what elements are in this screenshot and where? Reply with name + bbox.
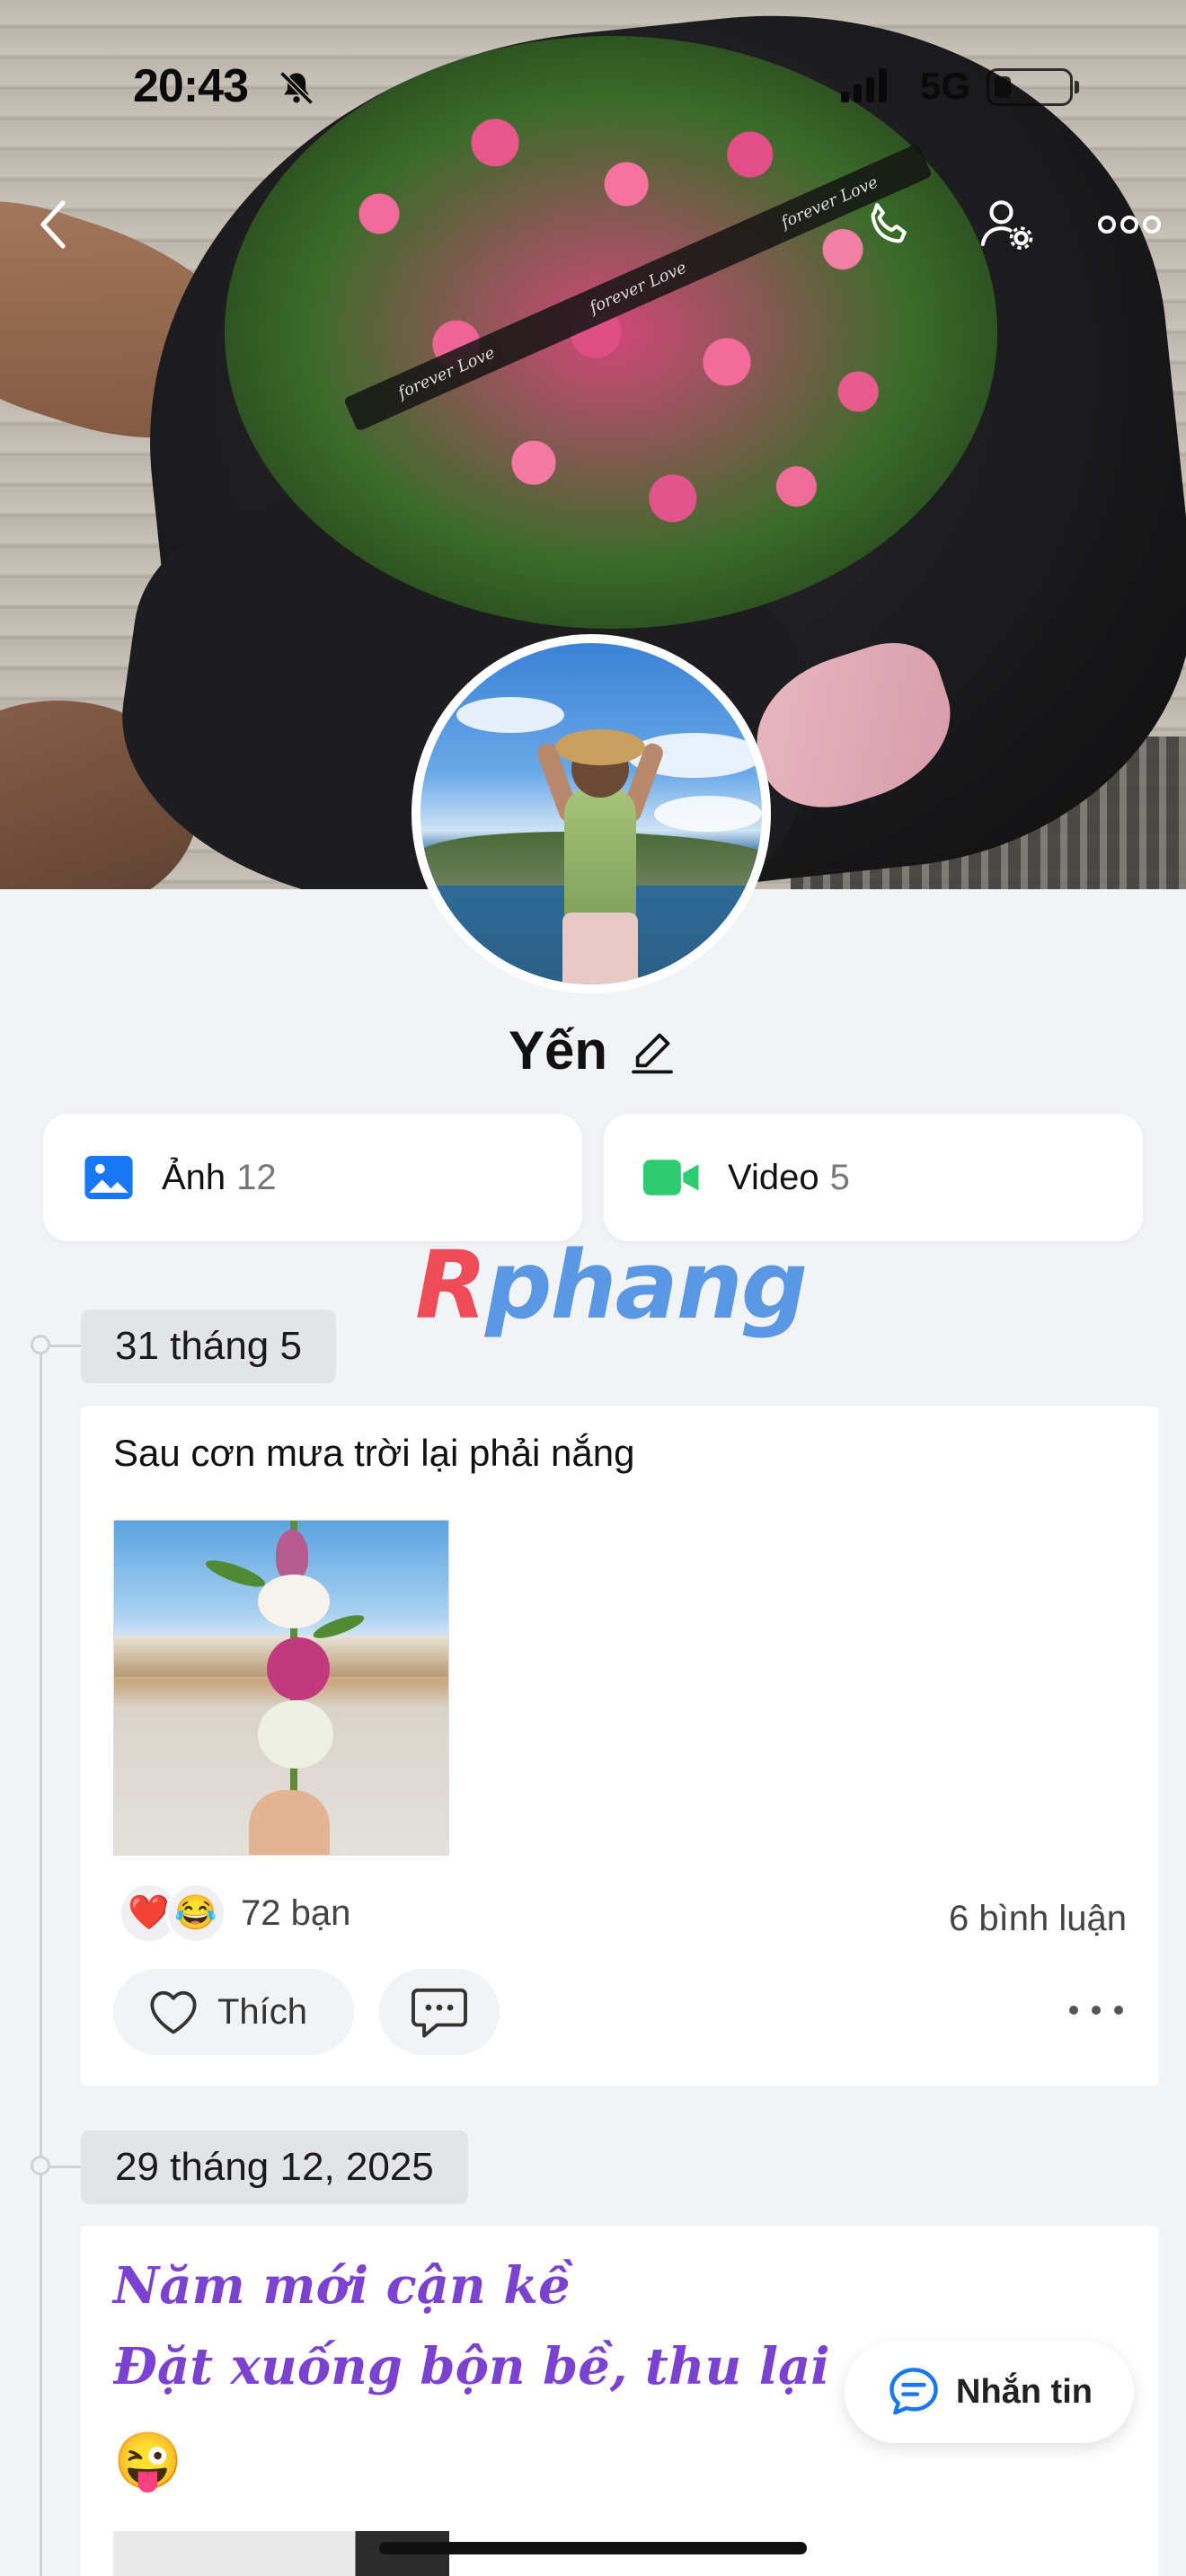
profile-name: Yến bbox=[508, 1020, 608, 1081]
timeline-dot bbox=[31, 1335, 50, 1354]
network-type: 5G bbox=[920, 65, 971, 107]
reaction-count: 72 bạn bbox=[241, 1892, 351, 1933]
send-message-label: Nhắn tin bbox=[956, 2372, 1093, 2411]
videos-label: Video bbox=[728, 1157, 819, 1197]
like-button[interactable]: Thích bbox=[113, 1969, 354, 2055]
timeline-date: 29 tháng 12, 2025 bbox=[81, 2130, 468, 2204]
more-options-button[interactable] bbox=[1091, 189, 1168, 260]
comment-button[interactable] bbox=[379, 1969, 500, 2055]
like-label: Thích bbox=[217, 1991, 308, 2032]
image-icon bbox=[84, 1155, 133, 1200]
bell-off-icon bbox=[279, 71, 314, 105]
heart-icon bbox=[150, 1990, 197, 2034]
video-camera-icon bbox=[643, 1160, 699, 1195]
timeline-tick bbox=[50, 2166, 81, 2168]
reaction-summary[interactable]: ❤️ 😂 72 bạn bbox=[119, 1883, 350, 1944]
post-title-line: Đặt xuống bộn bề, thu lại an nhiên bbox=[113, 2337, 886, 2396]
watermark: Rphang bbox=[415, 1231, 808, 1340]
profile-settings-button[interactable] bbox=[970, 189, 1042, 260]
videos-count: 5 bbox=[829, 1157, 850, 1197]
message-icon bbox=[890, 2368, 938, 2415]
timeline-tick bbox=[50, 1345, 81, 1347]
signal-icon bbox=[841, 66, 887, 102]
photos-count: 12 bbox=[236, 1157, 277, 1197]
avatar[interactable] bbox=[412, 634, 771, 993]
status-time: 20:43 bbox=[133, 60, 249, 112]
edit-pencil-icon[interactable] bbox=[627, 1026, 677, 1076]
post-photo[interactable] bbox=[113, 1520, 449, 1856]
avatar-person bbox=[564, 787, 636, 922]
wink-tongue-emoji: 😜 bbox=[113, 2430, 183, 2492]
post-card[interactable]: Sau cơn mưa trời lại phải nắng ❤️ 😂 72 b… bbox=[81, 1407, 1159, 2086]
home-indicator[interactable] bbox=[379, 2542, 807, 2554]
timeline-dot bbox=[31, 2156, 50, 2175]
photos-label: Ảnh bbox=[162, 1157, 226, 1197]
back-icon bbox=[40, 200, 66, 249]
more-icon bbox=[1098, 216, 1161, 234]
post-more-icon[interactable] bbox=[1069, 1992, 1123, 2028]
post-text: Sau cơn mưa trời lại phải nắng bbox=[113, 1432, 635, 1474]
videos-card[interactable]: Video 5 bbox=[604, 1114, 1143, 1241]
timeline-date: 31 tháng 5 bbox=[81, 1310, 336, 1383]
call-button[interactable] bbox=[854, 189, 925, 260]
status-bar: 20:43 5G bbox=[0, 54, 1186, 117]
phone-icon bbox=[871, 202, 907, 243]
comment-count[interactable]: 6 bình luận bbox=[949, 1899, 1127, 1939]
user-settings-icon bbox=[980, 200, 1033, 250]
cover-roses bbox=[225, 36, 997, 629]
photos-card[interactable]: Ảnh 12 bbox=[43, 1114, 582, 1241]
back-button[interactable] bbox=[18, 189, 90, 260]
comment-icon bbox=[412, 1988, 467, 2038]
battery-icon bbox=[987, 68, 1079, 106]
timeline-line bbox=[40, 1347, 42, 2576]
profile-name-row: Yến bbox=[0, 1019, 1186, 1081]
laugh-reaction-icon: 😂 bbox=[165, 1883, 226, 1944]
send-message-button[interactable]: Nhắn tin bbox=[845, 2341, 1134, 2443]
post-title-line: Năm mới cận kề bbox=[113, 2256, 571, 2316]
